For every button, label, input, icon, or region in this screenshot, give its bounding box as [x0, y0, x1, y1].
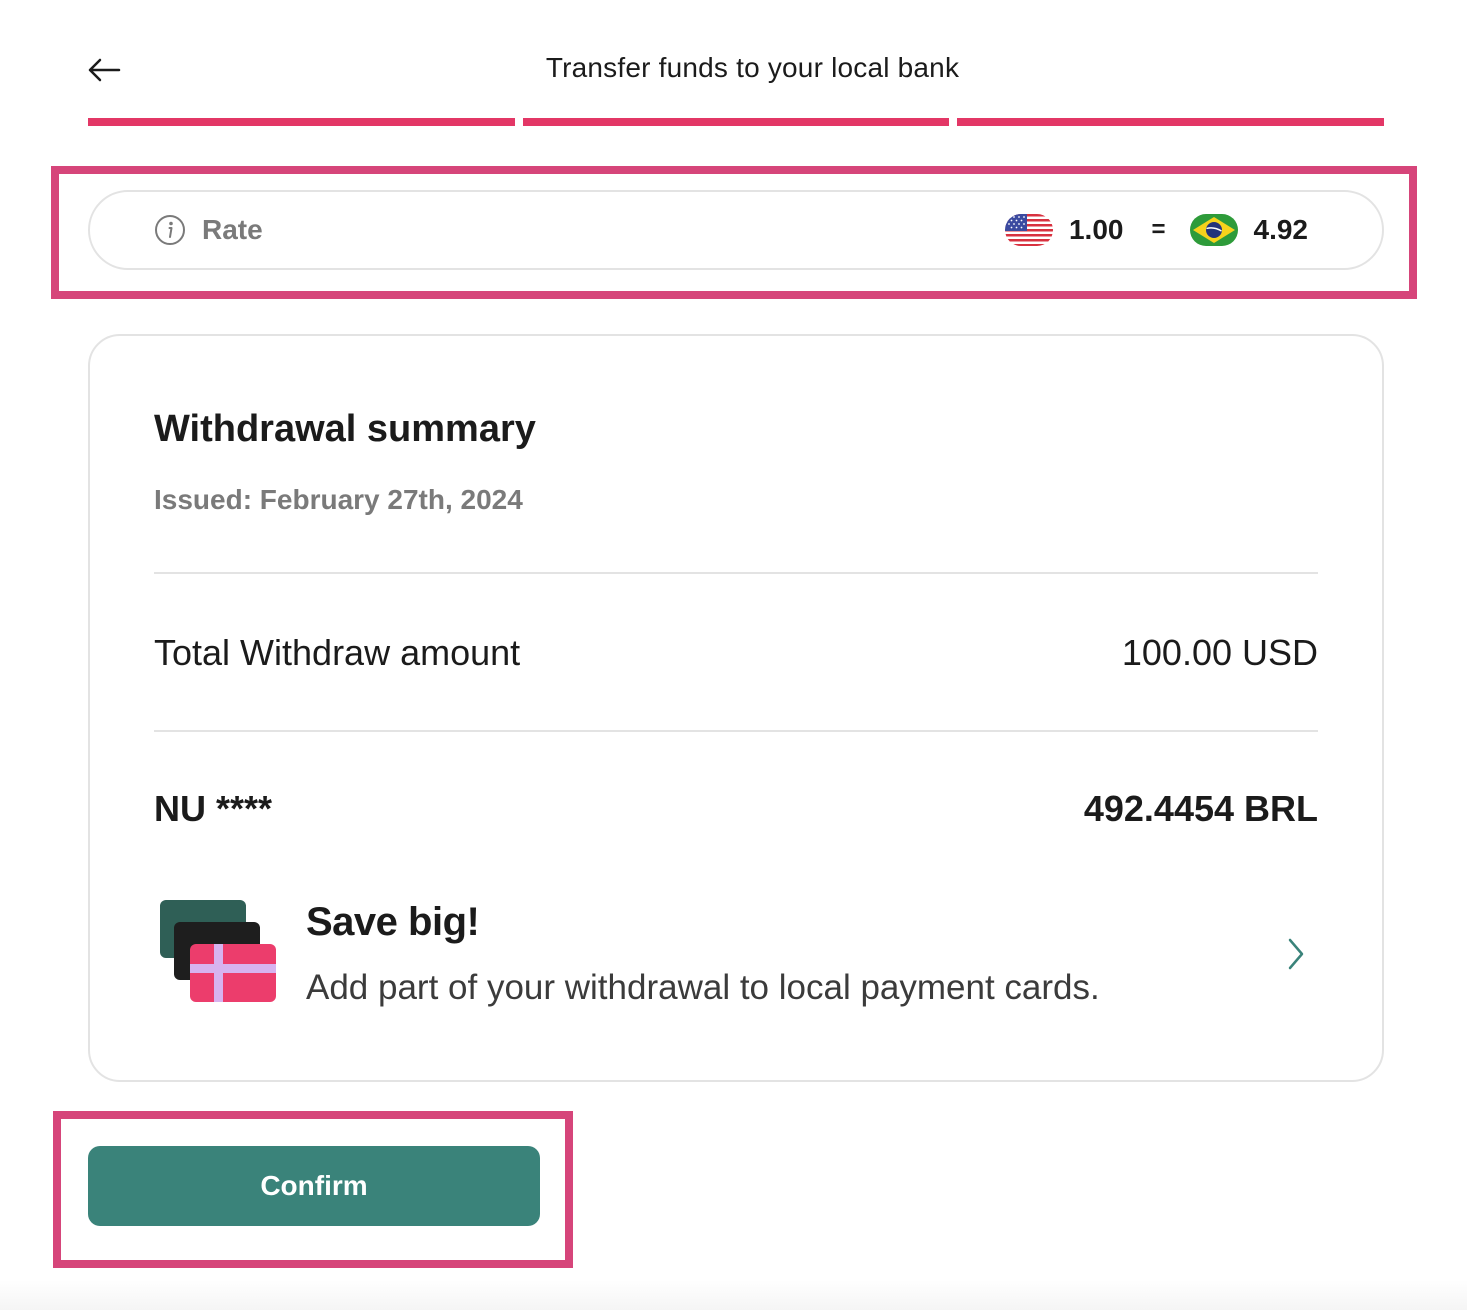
page-title: Transfer funds to your local bank	[545, 52, 960, 83]
confirm-highlight-box	[53, 1111, 573, 1268]
withdrawal-confirm-page: Transfer funds to your local bank Rate 1…	[0, 0, 1467, 1310]
bank-account-label: NU ****	[154, 788, 273, 829]
issued-date: Issued: February 27th, 2024	[154, 484, 523, 515]
payment-cards-icon	[160, 900, 276, 1002]
promo-title: Save big!	[306, 900, 480, 944]
stepper-step-2	[522, 118, 950, 126]
withdrawal-summary-card: Withdrawal summary Issued: February 27th…	[88, 334, 1384, 1082]
footer-shade	[0, 1280, 1467, 1310]
chevron-right-icon[interactable]	[1284, 936, 1308, 972]
save-big-promo[interactable]: Save big! Add part of your withdrawal to…	[154, 892, 1318, 1012]
divider	[154, 572, 1318, 574]
divider	[154, 730, 1318, 732]
total-withdraw-value: 100.00 USD	[1121, 632, 1318, 673]
stepper-step-1	[88, 118, 515, 126]
bank-account-amount: 492.4454 BRL	[1083, 788, 1318, 829]
progress-stepper	[88, 118, 1385, 126]
promo-subtitle: Add part of your withdrawal to local pay…	[306, 968, 1100, 1007]
stepper-step-3	[957, 118, 1385, 126]
summary-title: Withdrawal summary	[154, 408, 536, 450]
rate-highlight-box	[51, 166, 1417, 299]
total-withdraw-label: Total Withdraw amount	[154, 632, 521, 673]
